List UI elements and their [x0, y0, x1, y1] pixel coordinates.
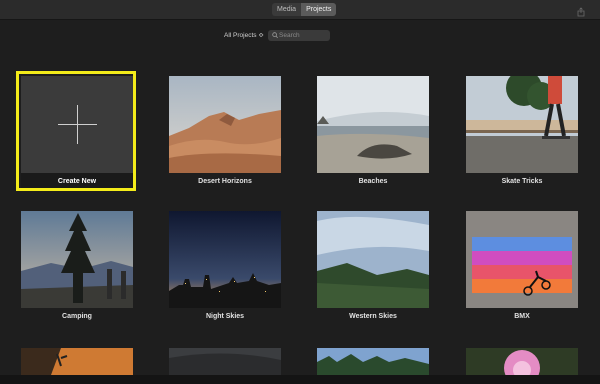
- projects-filter-dropdown[interactable]: All Projects ≎: [224, 31, 264, 41]
- search-icon: [272, 32, 278, 39]
- top-toolbar: Media Projects: [0, 0, 600, 20]
- project-title: Night Skies: [205, 313, 245, 320]
- project-title: Western Skies: [349, 313, 397, 320]
- project-thumbnail[interactable]: [466, 211, 578, 308]
- project-title: Skate Tricks: [501, 178, 543, 185]
- project-title: Beaches: [358, 178, 388, 185]
- project-thumbnail[interactable]: [169, 76, 281, 173]
- project-thumbnail[interactable]: [169, 348, 281, 375]
- media-projects-switcher: Media Projects: [272, 3, 337, 16]
- share-icon[interactable]: [576, 4, 586, 17]
- project-thumbnail[interactable]: [317, 76, 429, 173]
- search-field[interactable]: [268, 30, 330, 41]
- project-thumbnail[interactable]: [466, 76, 578, 173]
- tab-projects[interactable]: Projects: [301, 3, 337, 16]
- project-thumbnail[interactable]: [21, 211, 133, 308]
- project-thumbnail[interactable]: [466, 348, 578, 375]
- tab-media[interactable]: Media: [272, 3, 301, 16]
- selection-highlight: [16, 71, 136, 191]
- project-thumbnail[interactable]: [21, 348, 133, 375]
- project-thumbnail[interactable]: [169, 211, 281, 308]
- project-title: BMX: [514, 313, 530, 320]
- project-title: Camping: [62, 313, 92, 320]
- project-title: Desert Horizons: [198, 178, 252, 185]
- project-thumbnail[interactable]: [317, 211, 429, 308]
- search-input[interactable]: [279, 30, 327, 41]
- filter-bar: All Projects ≎: [0, 29, 600, 43]
- project-thumbnail[interactable]: [317, 348, 429, 375]
